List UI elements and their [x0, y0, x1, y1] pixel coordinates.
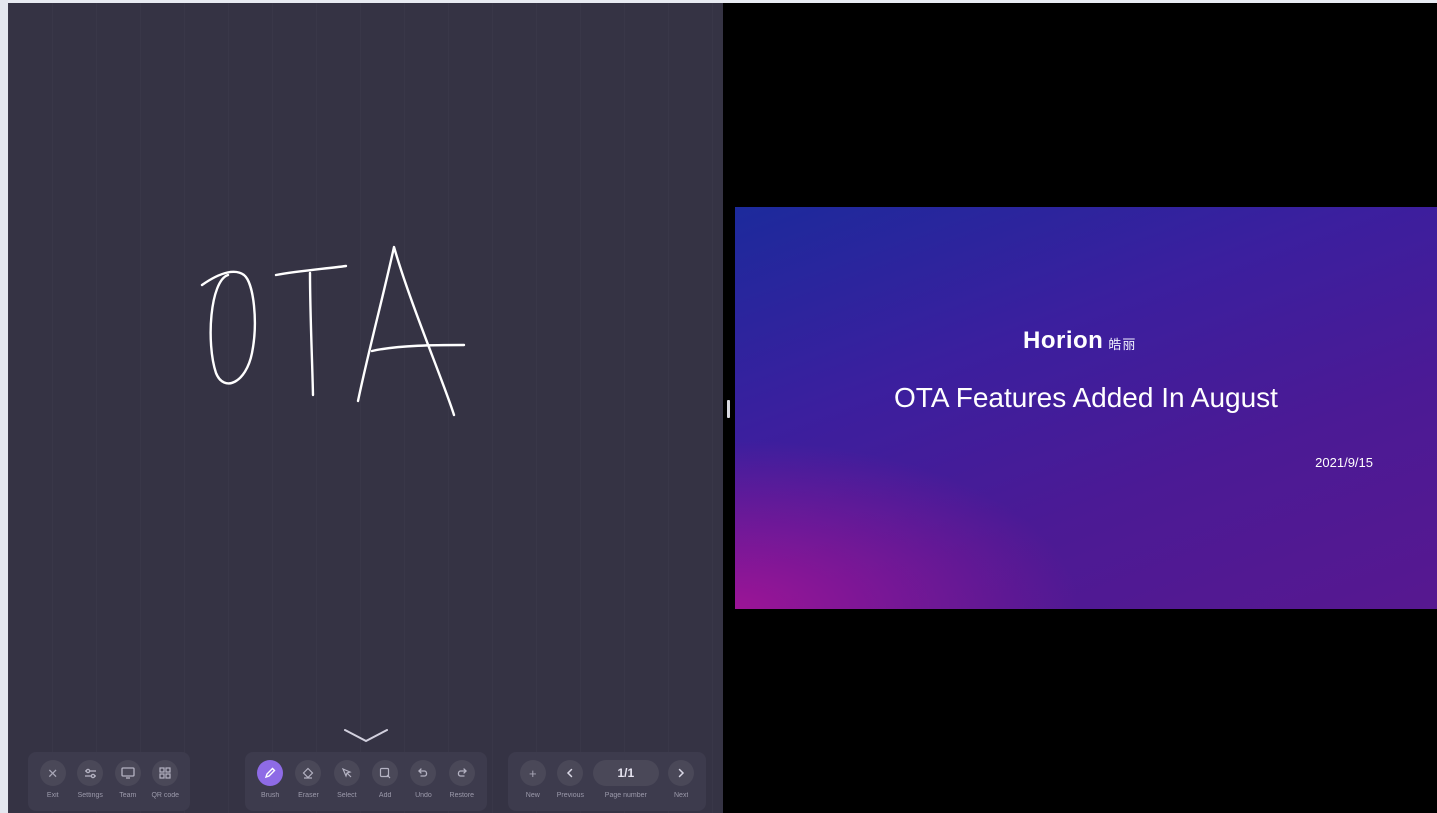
- restore-label: Restore: [449, 792, 475, 799]
- next-page-button[interactable]: Next: [662, 760, 700, 799]
- undo-icon: [410, 760, 437, 786]
- toolbar-group-system: ✕ Exit Settings Team QR code: [28, 752, 190, 811]
- undo-label: Undo: [415, 792, 432, 799]
- team-label: Team: [119, 792, 137, 799]
- next-label: Next: [674, 792, 689, 799]
- previous-label: Previous: [556, 792, 584, 799]
- chevron-left-icon: [557, 760, 584, 786]
- team-button[interactable]: Team: [109, 760, 147, 799]
- redo-icon: [448, 760, 475, 786]
- slide-title: OTA Features Added In August: [894, 382, 1278, 413]
- logo-cn-text: 皓丽: [1108, 336, 1137, 352]
- page-number-value: 1/1: [592, 760, 659, 786]
- eraser-icon: [295, 760, 322, 786]
- page-number-button[interactable]: 1/1 Page number: [589, 760, 662, 799]
- sliders-icon: [77, 760, 104, 786]
- restore-button[interactable]: Restore: [443, 760, 481, 799]
- settings-button[interactable]: Settings: [72, 760, 110, 799]
- brush-label: Brush: [261, 792, 280, 799]
- qr-code-label: QR code: [151, 792, 180, 799]
- new-label: New: [525, 792, 540, 799]
- eraser-button[interactable]: Eraser: [289, 760, 327, 799]
- qr-code-button[interactable]: QR code: [147, 760, 185, 799]
- exit-label: Exit: [46, 792, 59, 799]
- new-page-button[interactable]: + New: [514, 760, 552, 799]
- plus-icon: +: [519, 760, 546, 786]
- slide-date: 2021/9/15: [1315, 455, 1373, 470]
- select-label: Select: [337, 792, 357, 799]
- whiteboard-canvas[interactable]: ✕ Exit Settings Team QR code Brush Erase…: [8, 3, 723, 813]
- undo-button[interactable]: Undo: [404, 760, 442, 799]
- select-button[interactable]: Select: [328, 760, 366, 799]
- app-root: ✕ Exit Settings Team QR code Brush Erase…: [0, 0, 1437, 813]
- handwritten-ota: [200, 245, 466, 417]
- logo-text: Horion: [1023, 327, 1104, 354]
- settings-label: Settings: [77, 792, 103, 799]
- page-number-label: Page number: [604, 792, 647, 799]
- chevron-right-icon: [668, 760, 695, 786]
- add-label: Add: [378, 792, 392, 799]
- monitor-icon: [114, 760, 141, 786]
- pen-icon: [257, 760, 284, 786]
- horion-logo: Horion 皓丽: [1023, 325, 1173, 357]
- previous-page-button[interactable]: Previous: [552, 760, 590, 799]
- add-button[interactable]: Add: [366, 760, 404, 799]
- presentation-slide: Horion 皓丽 OTA Features Added In August 2…: [735, 207, 1437, 609]
- qr-code-icon: [152, 760, 179, 786]
- brush-button[interactable]: Brush: [251, 760, 289, 799]
- left-edge: [0, 0, 8, 813]
- collapse-toolbar-chevron-icon[interactable]: [341, 725, 391, 747]
- close-icon: ✕: [39, 760, 66, 786]
- eraser-label: Eraser: [298, 792, 319, 799]
- toolbar-group-pages: + New Previous 1/1 Page number Next: [508, 752, 706, 811]
- add-shape-icon: [372, 760, 399, 786]
- exit-button[interactable]: ✕ Exit: [34, 760, 72, 799]
- toolbar-group-tools: Brush Eraser Select Add Undo Restore: [245, 752, 487, 811]
- select-icon: [333, 760, 360, 786]
- split-view-handle[interactable]: [727, 400, 730, 418]
